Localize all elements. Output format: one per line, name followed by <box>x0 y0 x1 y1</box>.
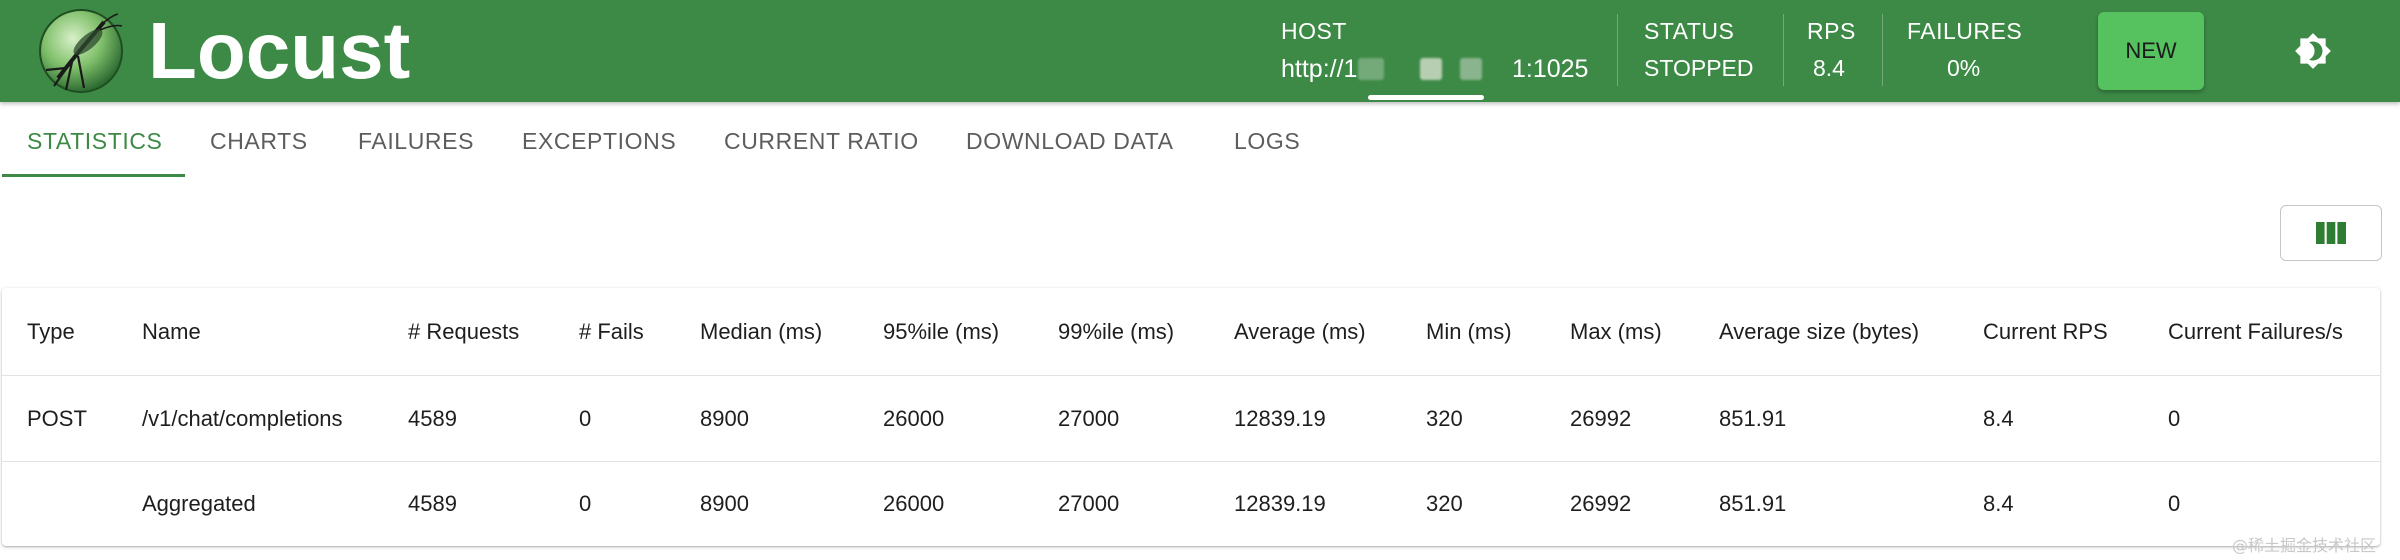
tab-charts[interactable]: CHARTS <box>210 102 308 180</box>
host-value-prefix: http://1 <box>1281 55 1358 83</box>
host-value-suffix: 1:1025 <box>1512 55 1589 83</box>
table-cell: 26000 <box>883 491 945 516</box>
view-columns-icon <box>2316 222 2346 244</box>
table-cell: Aggregated <box>142 491 256 516</box>
column-header[interactable]: Median (ms) <box>700 288 822 375</box>
redacted-host-part <box>1358 58 1384 80</box>
table-cell: 8900 <box>700 405 749 431</box>
active-tab-indicator <box>2 174 185 177</box>
app-title: Locust <box>148 6 411 95</box>
table-cell: 27000 <box>1058 491 1120 516</box>
tab-bar: STATISTICS CHARTS FAILURES EXCEPTIONS CU… <box>0 102 2400 180</box>
table-cell: /v1/chat/completions <box>142 405 343 431</box>
table-cell: 320 <box>1426 491 1463 516</box>
column-header[interactable]: Max (ms) <box>1570 288 1662 375</box>
status-value: STOPPED <box>1644 55 1754 81</box>
rps-value: 8.4 <box>1813 55 1845 81</box>
column-header[interactable]: # Fails <box>579 288 644 375</box>
tab-exceptions[interactable]: EXCEPTIONS <box>522 102 676 180</box>
table-row: Aggregated 4589 0 8900 26000 27000 12839… <box>2 462 2380 546</box>
status-label: STATUS <box>1644 18 1735 44</box>
column-header[interactable]: Average (ms) <box>1234 288 1366 375</box>
column-header[interactable]: Type <box>27 288 75 375</box>
table-cell: 0 <box>579 405 592 431</box>
column-header[interactable]: 95%ile (ms) <box>883 288 999 375</box>
redacted-host-part <box>1420 58 1442 80</box>
table-cell: 851.91 <box>1719 405 1787 431</box>
failures-value: 0% <box>1947 55 1981 81</box>
statistics-table: Type Name # Requests # Fails Median (ms)… <box>2 288 2380 546</box>
rps-label: RPS <box>1807 18 1856 44</box>
column-selector-button[interactable] <box>2280 205 2382 261</box>
brightness-icon[interactable] <box>2294 32 2332 70</box>
table-cell: 0 <box>579 491 592 516</box>
table-cell: 12839.19 <box>1234 405 1326 431</box>
new-test-button[interactable]: NEW <box>2098 12 2204 90</box>
table-cell: 26000 <box>883 405 945 431</box>
table-cell: 26992 <box>1570 491 1632 516</box>
header-divider <box>1617 14 1618 86</box>
table-cell: 8.4 <box>1983 491 2014 516</box>
table-cell: 26992 <box>1570 405 1632 431</box>
tab-statistics[interactable]: STATISTICS <box>27 102 163 180</box>
table-header-row: Type Name # Requests # Fails Median (ms)… <box>2 288 2380 376</box>
failures-label: FAILURES <box>1907 18 2023 44</box>
table-cell: 8900 <box>700 491 749 516</box>
tab-failures[interactable]: FAILURES <box>358 102 474 180</box>
table-cell: 0 <box>2168 405 2181 431</box>
table-cell: 27000 <box>1058 405 1120 431</box>
tab-download-data[interactable]: DOWNLOAD DATA <box>966 102 1174 180</box>
tab-logs[interactable]: LOGS <box>1234 102 1300 180</box>
header-divider <box>1783 14 1784 86</box>
column-header[interactable]: Current Failures/s <box>2168 288 2343 375</box>
header-divider <box>1882 14 1883 86</box>
host-underline <box>1368 95 1484 100</box>
redacted-host-part <box>1460 58 1482 80</box>
column-header[interactable]: Name <box>142 288 201 375</box>
table-cell: 8.4 <box>1983 405 2014 431</box>
table-cell: POST <box>27 405 87 431</box>
column-header[interactable]: # Requests <box>408 288 519 375</box>
top-app-bar: Locust HOST http://1 1:1025 STATUS STOPP… <box>0 0 2400 102</box>
column-header[interactable]: Current RPS <box>1983 288 2108 375</box>
table-cell: 320 <box>1426 405 1463 431</box>
table-cell: 0 <box>2168 491 2181 516</box>
column-header[interactable]: 99%ile (ms) <box>1058 288 1174 375</box>
locust-logo-icon <box>38 8 124 94</box>
column-header[interactable]: Min (ms) <box>1426 288 1512 375</box>
tab-current-ratio[interactable]: CURRENT RATIO <box>724 102 919 180</box>
host-label: HOST <box>1281 18 1347 44</box>
table-cell: 851.91 <box>1719 491 1787 516</box>
column-header[interactable]: Average size (bytes) <box>1719 288 1919 375</box>
table-cell: 4589 <box>408 491 457 516</box>
table-cell: 12839.19 <box>1234 491 1326 516</box>
watermark-text: @稀土掘金技术社区 <box>2232 536 2377 555</box>
table-cell: 4589 <box>408 405 457 431</box>
table-row: POST /v1/chat/completions 4589 0 8900 26… <box>2 376 2380 462</box>
